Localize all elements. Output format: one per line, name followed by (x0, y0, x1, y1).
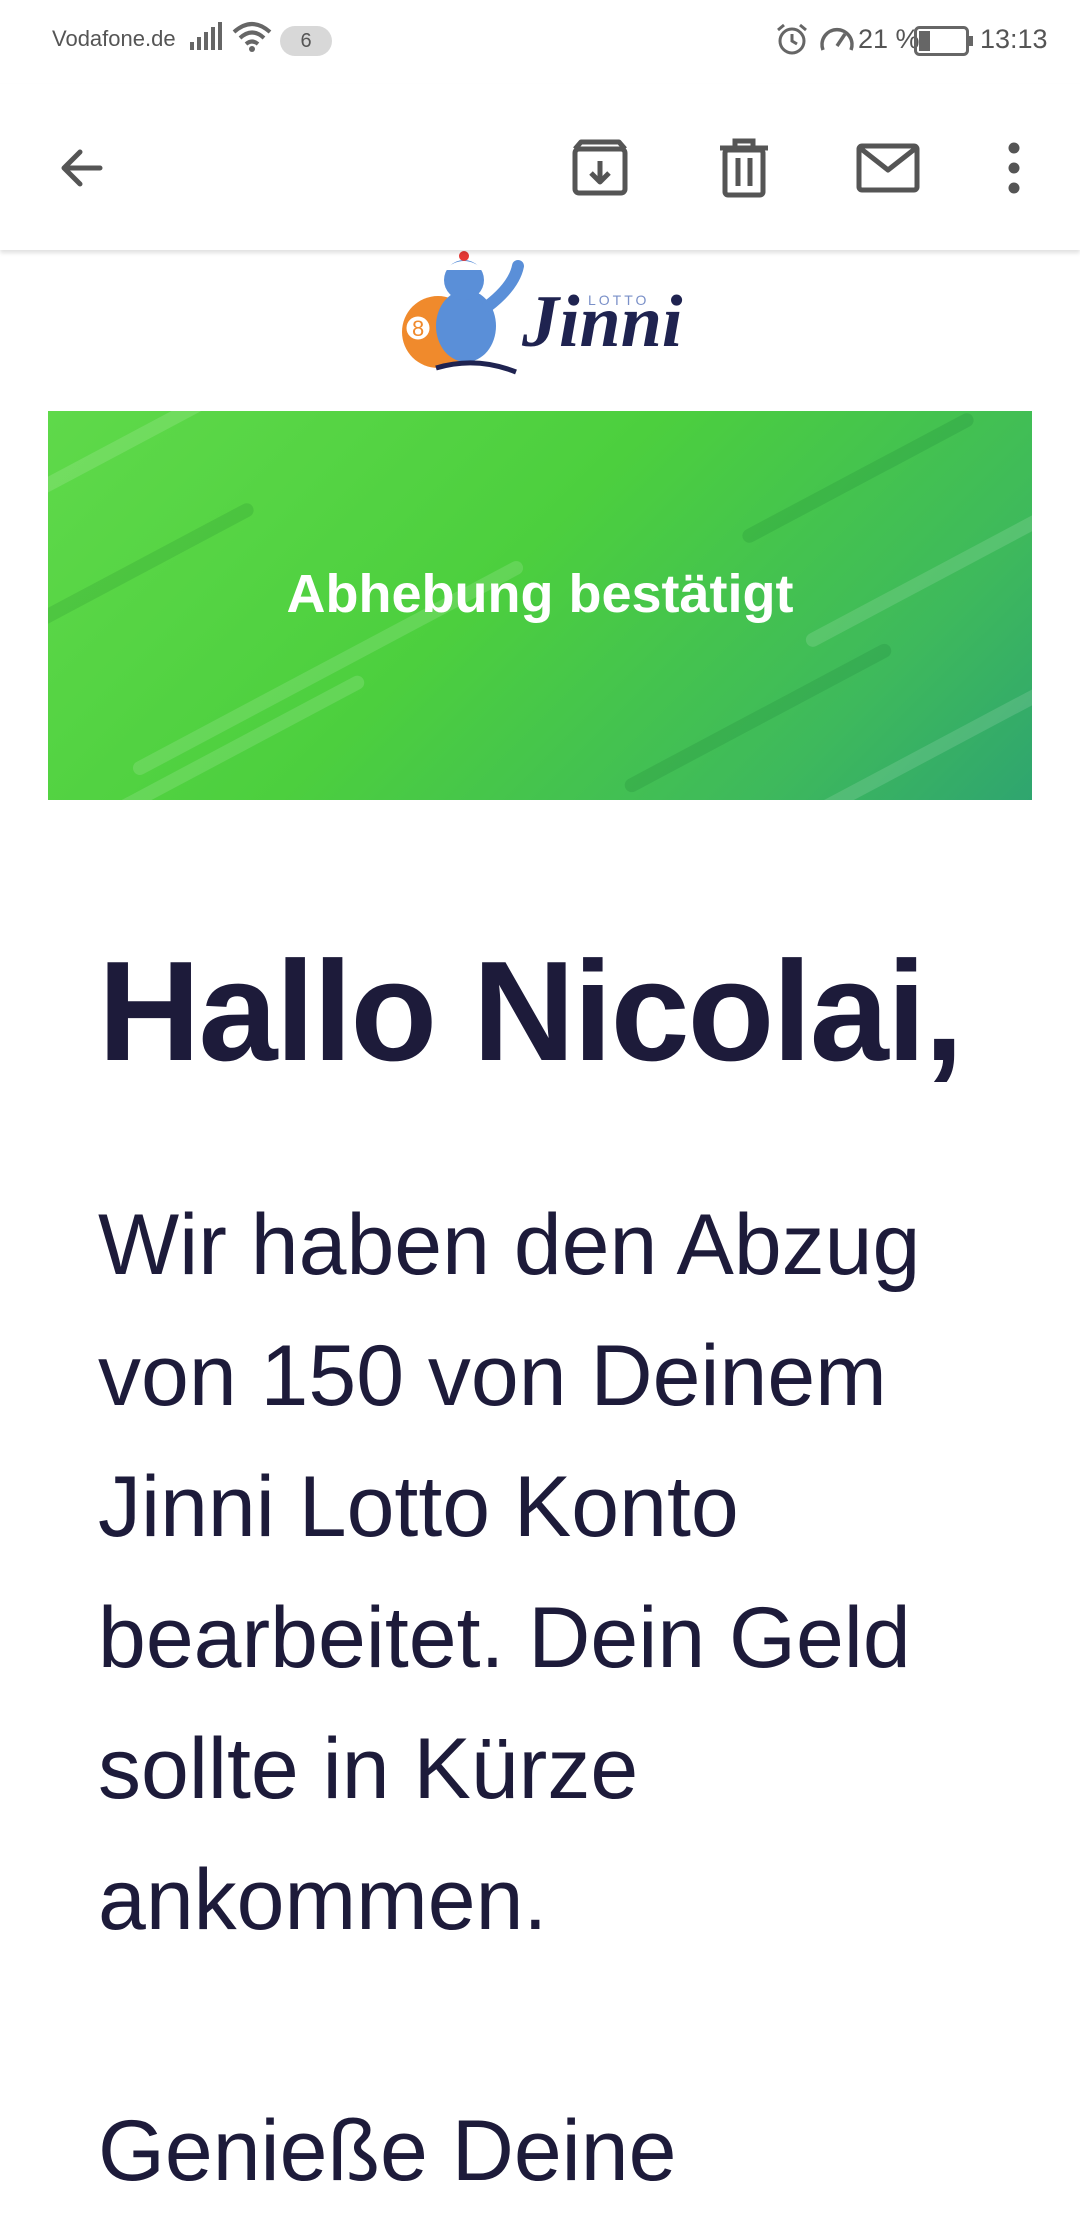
more-options-button[interactable] (978, 132, 1050, 204)
logo-brand-label: Jinni (522, 281, 683, 363)
archive-icon (572, 139, 628, 196)
jinni-lotto-logo: 8 LOTTO Jinni (396, 246, 686, 380)
delete-icon (720, 138, 768, 198)
withdrawal-banner: Abhebung bestätigt (48, 411, 1032, 800)
banner-title: Abhebung bestätigt (286, 564, 794, 624)
status-bar: Vodafone.de 6 21 % 13:13 (0, 0, 1080, 84)
wifi-icon (232, 20, 272, 59)
battery-icon (914, 26, 974, 61)
signal-icon (190, 22, 224, 57)
data-saver-icon (818, 22, 856, 61)
mark-unread-button[interactable] (852, 132, 924, 204)
more-vertical-icon (1008, 142, 1020, 194)
carrier-label: Vodafone.de (52, 26, 176, 51)
email-paragraph-2: Genieße Deine (98, 2103, 677, 2199)
back-button[interactable] (46, 132, 118, 204)
archive-button[interactable] (564, 132, 636, 204)
svg-text:8: 8 (412, 316, 424, 341)
greeting-heading: Hallo Nicolai, (98, 932, 964, 1091)
clock: 13:13 (980, 24, 1048, 54)
delete-button[interactable] (708, 132, 780, 204)
email-paragraph: Wir haben den Abzug von 150 von Deinem J… (98, 1197, 921, 1948)
back-arrow-icon (61, 149, 103, 187)
genie-mascot-icon: 8 (402, 251, 524, 375)
email-toolbar (0, 84, 1080, 250)
battery-percent: 21 % (858, 24, 920, 54)
alarm-icon (775, 22, 809, 61)
notification-count-badge: 6 (280, 26, 332, 56)
mail-icon (856, 143, 920, 193)
